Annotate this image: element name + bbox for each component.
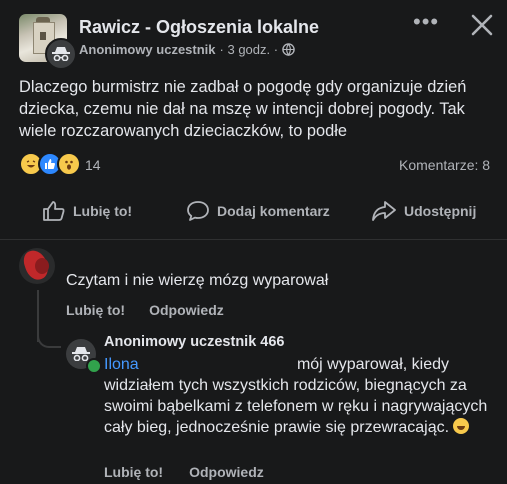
reply-text: Ilona mój wyparował, kiedy widziałem tyc… bbox=[104, 354, 496, 438]
comment-reply-button[interactable]: Odpowiedz bbox=[149, 302, 224, 318]
comment-label: Dodaj komentarz bbox=[217, 203, 330, 219]
online-badge-icon bbox=[86, 358, 102, 374]
comment-text: Czytam i nie wierzę mózg wyparował bbox=[66, 272, 329, 289]
close-icon[interactable] bbox=[467, 10, 497, 40]
thread-connector bbox=[37, 320, 61, 348]
wow-reaction-icon bbox=[57, 152, 81, 176]
post-author[interactable]: Anonimowy uczestnik bbox=[79, 42, 216, 57]
comment-bubble-icon bbox=[187, 201, 209, 221]
globe-icon bbox=[282, 43, 295, 56]
like-button[interactable]: Lubię to! bbox=[42, 200, 132, 222]
comment-button[interactable]: Dodaj komentarz bbox=[186, 200, 330, 222]
reply-like-button[interactable]: Lubię to! bbox=[104, 464, 163, 480]
more-options-icon[interactable]: ••• bbox=[413, 11, 439, 33]
grin-emoji-icon bbox=[453, 418, 470, 434]
like-label: Lubię to! bbox=[73, 203, 133, 219]
comment-actions: Lubię to! Odpowiedz bbox=[66, 302, 224, 318]
post-body: Dlaczego burmistrz nie zadbał o pogodę g… bbox=[19, 78, 467, 140]
mention-link[interactable]: Ilona bbox=[104, 354, 139, 375]
reply-first-line: mój wyparował, kiedy bbox=[296, 356, 449, 373]
reaction-icons[interactable] bbox=[19, 152, 81, 176]
share-arrow-icon bbox=[372, 201, 396, 221]
divider bbox=[0, 239, 507, 240]
share-button[interactable]: Udostępnij bbox=[371, 200, 476, 222]
post-meta: Anonimowy uczestnik · 3 godz. · bbox=[79, 42, 295, 57]
comment-like-button[interactable]: Lubię to! bbox=[66, 302, 125, 318]
group-name[interactable]: Rawicz - Ogłoszenia lokalne bbox=[79, 17, 319, 38]
reply-author[interactable]: Anonimowy uczestnik 466 bbox=[104, 334, 285, 350]
anonymous-avatar-icon bbox=[45, 38, 77, 70]
reply-rest: widziałem tych wszystkich rodziców, bieg… bbox=[104, 377, 488, 436]
reply-actions: Lubię to! Odpowiedz bbox=[104, 464, 264, 480]
reply-reply-button[interactable]: Odpowiedz bbox=[189, 464, 264, 480]
comments-count[interactable]: Komentarze: 8 bbox=[399, 157, 490, 173]
commenter-avatar[interactable] bbox=[19, 248, 55, 284]
incognito-icon bbox=[72, 347, 90, 361]
share-label: Udostępnij bbox=[404, 203, 477, 219]
post-time[interactable]: · 3 godz. · bbox=[220, 42, 279, 57]
thumbs-up-icon bbox=[43, 201, 65, 221]
reaction-count[interactable]: 14 bbox=[85, 157, 101, 173]
